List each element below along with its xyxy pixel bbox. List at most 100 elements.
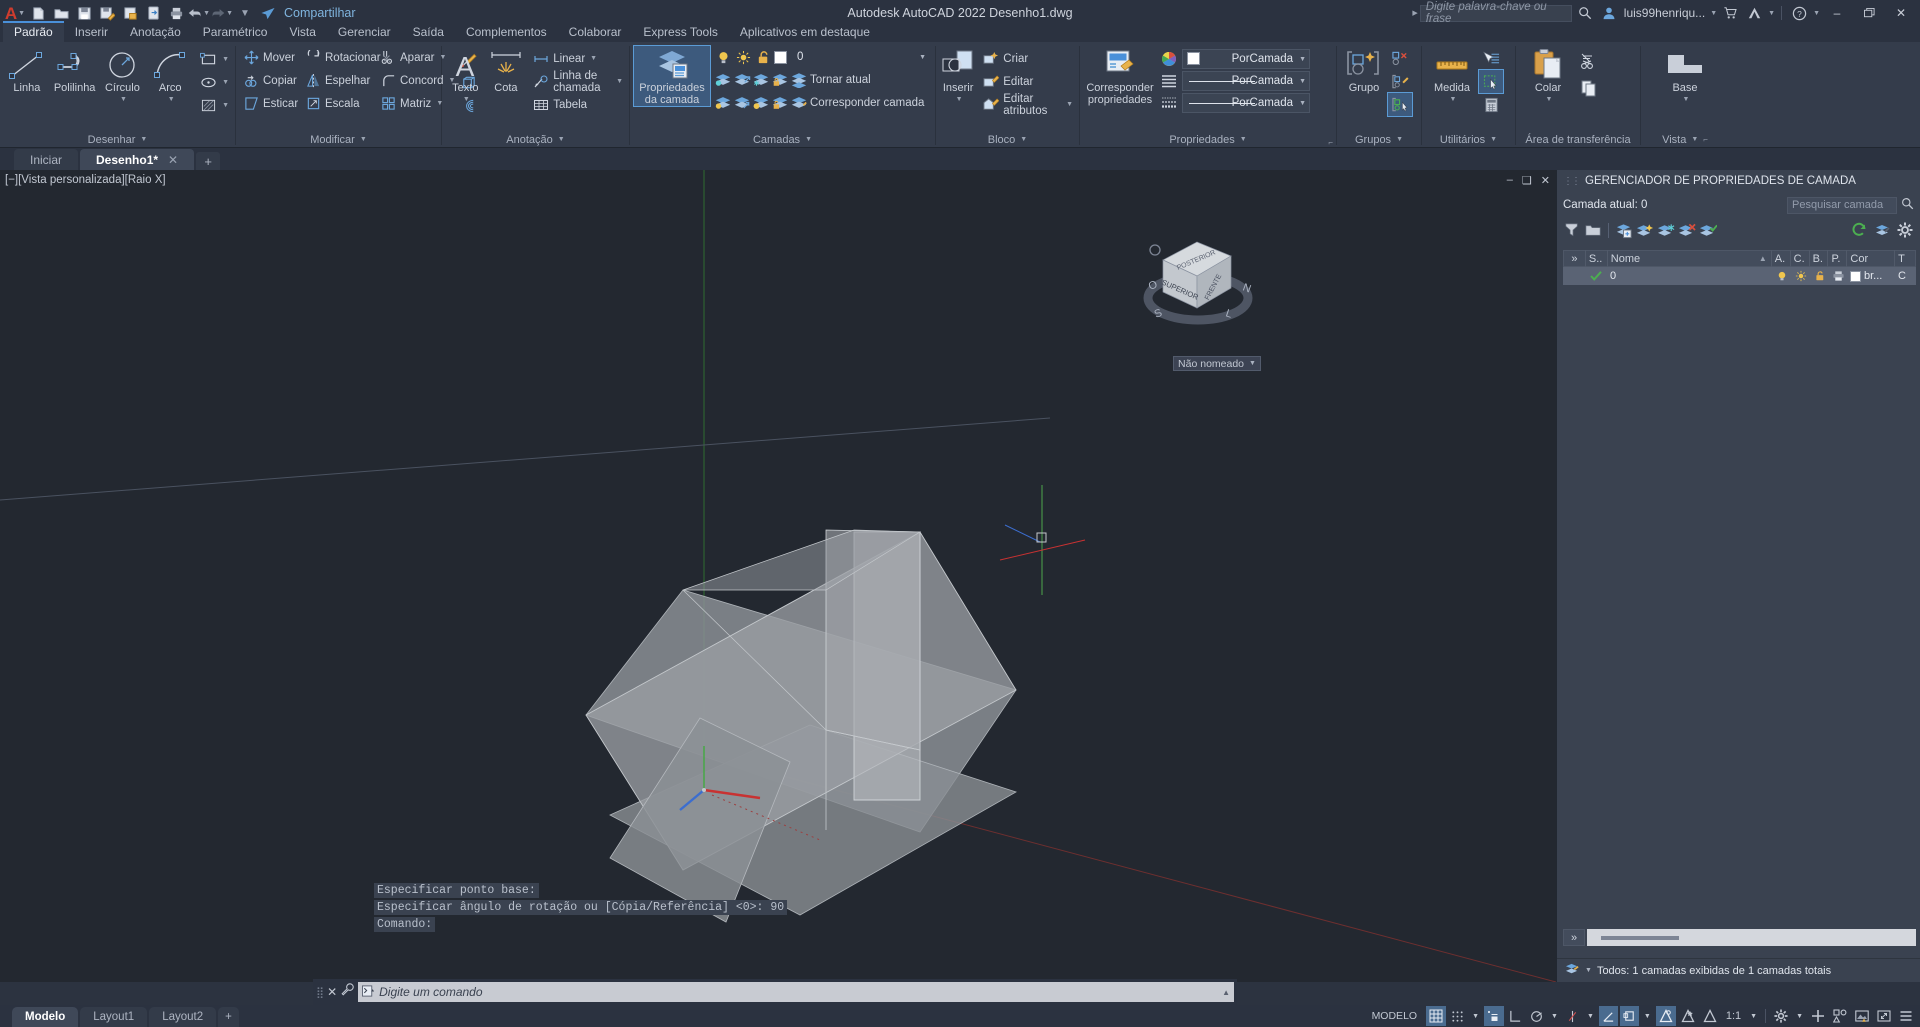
draw-arc-button[interactable]: Arco ▼ bbox=[146, 46, 194, 106]
search-icon[interactable] bbox=[1901, 197, 1914, 213]
infer-constraints-toggle[interactable] bbox=[1484, 1006, 1505, 1026]
chevron-down-icon[interactable]: ▼ bbox=[805, 136, 812, 143]
col-nome[interactable]: Nome ▲ bbox=[1608, 250, 1772, 267]
command-prompt-icon[interactable] bbox=[362, 984, 375, 1000]
layer-states-icon[interactable] bbox=[1615, 221, 1633, 239]
user-avatar-icon[interactable] bbox=[1598, 2, 1620, 24]
chevron-down-icon[interactable]: ▼ bbox=[120, 94, 127, 106]
chevron-down-icon[interactable]: ▼ bbox=[463, 94, 470, 106]
draw-circle-button[interactable]: Círculo ▼ bbox=[99, 46, 147, 106]
layout-tab-layout1[interactable]: Layout1 bbox=[80, 1007, 148, 1027]
lineweight-selector[interactable]: PorCamada ▼ bbox=[1182, 93, 1310, 113]
refresh-icon[interactable] bbox=[1850, 221, 1868, 239]
layer-color-cell[interactable]: br... bbox=[1848, 270, 1896, 282]
annotation-scale[interactable]: 1:1 bbox=[1722, 1006, 1745, 1026]
lineweight-display-toggle[interactable] bbox=[1678, 1006, 1698, 1026]
redo-icon[interactable]: ▼ bbox=[211, 2, 233, 24]
unlock-icon[interactable] bbox=[754, 48, 772, 66]
cut-button[interactable] bbox=[1577, 50, 1601, 73]
base-view-button[interactable]: Base ▼ bbox=[1655, 46, 1715, 106]
save-icon[interactable] bbox=[73, 2, 95, 24]
named-view-selector[interactable]: Não nomeado ▼ bbox=[1173, 356, 1261, 371]
layer-match-button[interactable]: Corresponder camada bbox=[809, 91, 927, 114]
block-edit-button[interactable]: Editar bbox=[979, 70, 1076, 93]
layer-unisolate-icon[interactable] bbox=[733, 71, 751, 89]
chevron-down-icon[interactable]: ▼ bbox=[1710, 10, 1717, 17]
chevron-down-icon[interactable]: ▼ bbox=[616, 78, 623, 85]
chevron-down-icon[interactable]: ▼ bbox=[1396, 136, 1403, 143]
tab-complementos[interactable]: Complementos bbox=[455, 23, 558, 42]
quick-select-button[interactable] bbox=[1479, 47, 1503, 70]
palette-grip[interactable]: ⋮⋮ bbox=[1563, 176, 1581, 187]
paste-button[interactable]: Colar ▼ bbox=[1519, 46, 1577, 106]
col-cor[interactable]: Cor bbox=[1847, 250, 1896, 267]
layer-freeze-icon[interactable] bbox=[752, 71, 770, 89]
draw-rectangle-button[interactable]: ▼ bbox=[196, 48, 232, 71]
palette-expand-button[interactable]: » bbox=[1563, 929, 1585, 946]
osnap-toggle[interactable] bbox=[1563, 1006, 1582, 1026]
color-selector[interactable]: PorCamada ▼ bbox=[1182, 49, 1310, 69]
group-selection-toggle[interactable] bbox=[1387, 92, 1413, 117]
annotation-linear-button[interactable]: Linear ▼ bbox=[529, 47, 626, 70]
plot-preview-icon[interactable] bbox=[119, 2, 141, 24]
viewport-overrides-icon[interactable] bbox=[1873, 221, 1891, 239]
layer-properties-button[interactable]: Propriedades da camada bbox=[633, 45, 711, 107]
share-label[interactable]: Compartilhar bbox=[284, 6, 356, 20]
panel-title-propriedades[interactable]: Propriedades ▼ bbox=[1080, 131, 1336, 148]
restore-button[interactable] bbox=[1854, 0, 1884, 26]
chevron-down-icon[interactable]: ▼ bbox=[1585, 967, 1592, 974]
file-tab-desenho1[interactable]: Desenho1* ✕ bbox=[80, 149, 195, 170]
command-input[interactable]: Digite um comando ▲ bbox=[358, 982, 1234, 1002]
polar-tracking-toggle[interactable] bbox=[1527, 1006, 1546, 1026]
draw-ellipse-button[interactable]: ▼ bbox=[196, 71, 232, 94]
polar-dropdown-icon[interactable]: ▼ bbox=[1548, 1006, 1561, 1026]
chevron-down-icon[interactable]: ▼ bbox=[222, 102, 229, 109]
layer-name[interactable]: 0 bbox=[1607, 270, 1772, 282]
chevron-down-icon[interactable]: ▼ bbox=[1020, 136, 1027, 143]
command-bar-grip[interactable]: ⣿ bbox=[316, 986, 324, 999]
chevron-down-icon[interactable]: ▼ bbox=[1768, 10, 1775, 17]
dynamic-ucs-toggle[interactable] bbox=[1619, 1006, 1639, 1026]
layer-on-toggle[interactable] bbox=[1772, 270, 1791, 282]
panel-title-bloco[interactable]: Bloco ▼ bbox=[936, 131, 1079, 148]
layer-unlock-icon[interactable] bbox=[771, 94, 789, 112]
close-icon[interactable]: ✕ bbox=[168, 153, 178, 167]
chevron-down-icon[interactable]: ▼ bbox=[1546, 94, 1553, 106]
scrollbar-thumb[interactable] bbox=[1601, 936, 1679, 940]
layer-plot-toggle[interactable] bbox=[1829, 270, 1848, 282]
chevron-down-icon[interactable]: ▼ bbox=[1249, 360, 1256, 367]
new-tab-button[interactable]: + bbox=[196, 152, 221, 170]
cart-icon[interactable] bbox=[1719, 2, 1741, 24]
autodesk-a-icon[interactable] bbox=[1743, 2, 1765, 24]
sun-icon[interactable] bbox=[734, 48, 752, 66]
panel-title-vista[interactable]: Vista ▼ ⌐ bbox=[1641, 131, 1729, 148]
panel-title-utilitarios[interactable]: Utilitários ▼ bbox=[1422, 131, 1515, 148]
col-status[interactable]: S.. bbox=[1586, 250, 1608, 267]
add-layout-button[interactable]: + bbox=[218, 1007, 239, 1027]
chevron-down-icon[interactable]: ▼ bbox=[168, 94, 175, 106]
copy-clip-button[interactable] bbox=[1577, 77, 1601, 100]
chevron-down-icon[interactable]: ▼ bbox=[140, 136, 147, 143]
chevron-down-icon[interactable]: ▼ bbox=[1299, 100, 1306, 107]
customize-qat-icon[interactable]: ▼ bbox=[234, 2, 256, 24]
command-expand-icon[interactable]: ▲ bbox=[1222, 988, 1230, 997]
properties-dialog-launcher[interactable]: ⌐ bbox=[1328, 138, 1333, 147]
share-icon[interactable] bbox=[257, 2, 279, 24]
snap-mode-toggle[interactable] bbox=[1448, 1006, 1467, 1026]
annotation-leader-button[interactable]: Linha de chamada ▼ bbox=[529, 70, 626, 94]
export-icon[interactable] bbox=[142, 2, 164, 24]
panel-title-camadas[interactable]: Camadas ▼ bbox=[630, 131, 935, 148]
modify-move-button[interactable]: Mover bbox=[239, 46, 301, 69]
undo-icon[interactable]: ▼ bbox=[188, 2, 210, 24]
annotation-dimension-button[interactable]: Cota bbox=[486, 46, 527, 94]
hardware-acceleration-button[interactable] bbox=[1808, 1006, 1828, 1026]
snap-dropdown-icon[interactable]: ▼ bbox=[1469, 1006, 1482, 1026]
tab-inserir[interactable]: Inserir bbox=[64, 23, 119, 42]
col-expander[interactable]: » bbox=[1564, 250, 1586, 267]
panel-title-desenhar[interactable]: Desenhar ▼ bbox=[0, 131, 235, 148]
layer-search-input[interactable]: Pesquisar camada bbox=[1787, 196, 1897, 214]
tab-express-tools[interactable]: Express Tools bbox=[632, 23, 728, 42]
group-button[interactable]: Grupo bbox=[1340, 46, 1388, 94]
chevron-down-icon[interactable]: ▼ bbox=[360, 136, 367, 143]
layout-tab-modelo[interactable]: Modelo bbox=[12, 1007, 79, 1027]
